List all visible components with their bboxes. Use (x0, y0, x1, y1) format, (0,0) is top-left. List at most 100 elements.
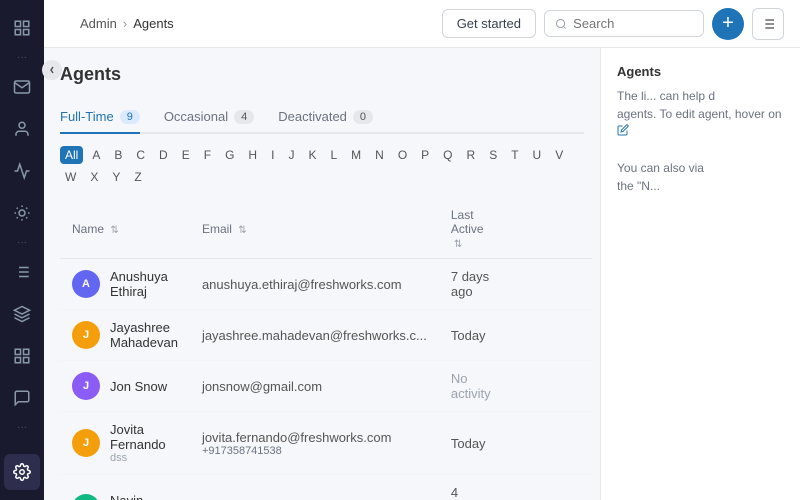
email-sort-icon: ⇅ (238, 225, 246, 236)
search-input[interactable] (573, 16, 693, 31)
copy-button[interactable] (518, 494, 546, 500)
sidebar-item-grid[interactable] (4, 338, 40, 374)
alpha-btn-m[interactable]: M (346, 146, 366, 164)
alpha-btn-z[interactable]: Z (129, 168, 146, 186)
tab-deactivated-count: 0 (353, 110, 373, 124)
info-panel-text: The li... can help dagents. To edit agen… (617, 87, 784, 195)
agent-actions-cell (506, 259, 592, 310)
tab-occasional[interactable]: Occasional 4 (164, 101, 254, 134)
agents-table: Name ⇅ Email ⇅ Last Active ⇅ AAnushuya E… (60, 200, 592, 500)
page-title: Agents (60, 64, 584, 85)
agent-last-active-cell: 7 days ago (439, 259, 506, 310)
alpha-btn-p[interactable]: P (416, 146, 434, 164)
edit-button[interactable] (552, 429, 580, 457)
tab-occasional-label: Occasional (164, 109, 228, 124)
copy-button[interactable] (518, 321, 546, 349)
tab-deactivated[interactable]: Deactivated 0 (278, 101, 373, 134)
edit-button[interactable] (552, 372, 580, 400)
alpha-btn-q[interactable]: Q (438, 146, 457, 164)
copy-button[interactable] (518, 270, 546, 298)
alpha-btn-k[interactable]: K (303, 146, 321, 164)
list-view-button[interactable] (752, 8, 784, 40)
alpha-btn-w[interactable]: W (60, 168, 81, 186)
alpha-btn-x[interactable]: X (85, 168, 103, 186)
info-panel-title: Agents (617, 64, 784, 79)
alpha-btn-j[interactable]: J (283, 146, 299, 164)
col-name[interactable]: Name ⇅ (60, 200, 190, 259)
alpha-btn-t[interactable]: T (506, 146, 523, 164)
alpha-btn-v[interactable]: V (550, 146, 568, 164)
alpha-btn-f[interactable]: F (199, 146, 216, 164)
alphabet-filter: AllABCDEFGHIJKLMNOPQRSTUV WXYZ (60, 146, 584, 186)
agent-actions-cell (506, 361, 592, 412)
agent-actions-cell (506, 412, 592, 475)
alpha-btn-h[interactable]: H (243, 146, 262, 164)
alpha-btn-l[interactable]: L (325, 146, 342, 164)
last-active-sort-icon: ⇅ (454, 239, 462, 250)
sidebar-divider3: ··· (17, 422, 27, 433)
agent-email-cell: jayashree.mahadevan@freshworks.c... (190, 310, 439, 361)
alpha-btn-s[interactable]: S (484, 146, 502, 164)
alpha-btn-d[interactable]: D (154, 146, 173, 164)
sidebar-item-home[interactable] (4, 10, 40, 46)
copy-button[interactable] (518, 372, 546, 400)
avatar: J (72, 372, 100, 400)
sidebar-divider2: ··· (17, 237, 27, 248)
table-row: JJon Snowjonsnow@gmail.comNo activity (60, 361, 592, 412)
col-email[interactable]: Email ⇅ (190, 200, 439, 259)
sidebar-item-reports[interactable] (4, 153, 40, 189)
alpha-btn-o[interactable]: O (393, 146, 412, 164)
top-header: Admin › Agents Get started + (44, 0, 800, 48)
alpha-btn-c[interactable]: C (131, 146, 150, 164)
sidebar-item-list[interactable] (4, 254, 40, 290)
agent-last-active-cell: 4 months ago (439, 475, 506, 500)
sidebar: ··· ··· (0, 0, 44, 500)
alpha-btn-b[interactable]: B (109, 146, 127, 164)
alpha-btn-all[interactable]: All (60, 146, 83, 164)
breadcrumb-admin[interactable]: Admin (80, 16, 117, 31)
sidebar-item-contacts[interactable] (4, 111, 40, 147)
alpha-btn-r[interactable]: R (462, 146, 481, 164)
breadcrumb: Admin › Agents (80, 16, 430, 31)
agent-phone: +917358741538 (202, 445, 427, 457)
tab-full-time[interactable]: Full-Time 9 (60, 101, 140, 134)
alpha-btn-u[interactable]: U (528, 146, 547, 164)
edit-button[interactable] (552, 270, 580, 298)
sidebar-item-bugs[interactable] (4, 195, 40, 231)
col-last-active[interactable]: Last Active ⇅ (439, 200, 506, 259)
agent-email-cell: jovita.fernando@freshworks.com+917358741… (190, 412, 439, 475)
edit-button[interactable] (552, 321, 580, 349)
main-area: Admin › Agents Get started + Agents (44, 0, 800, 500)
agent-actions-cell (506, 310, 592, 361)
tab-deactivated-label: Deactivated (278, 109, 347, 124)
sidebar-item-settings[interactable] (4, 454, 40, 490)
add-button[interactable]: + (712, 8, 744, 40)
tab-full-time-count: 9 (120, 110, 140, 124)
alpha-btn-e[interactable]: E (177, 146, 195, 164)
tabs-bar: Full-Time 9 Occasional 4 Deactivated 0 (60, 101, 584, 134)
alpha-btn-a[interactable]: A (87, 146, 105, 164)
edit-button[interactable] (552, 494, 580, 500)
content-area: Agents Full-Time 9 Occasional 4 Deactiva… (44, 48, 600, 500)
alpha-btn-n[interactable]: N (370, 146, 389, 164)
agent-last-active: Today (451, 328, 494, 343)
table-row: JJovita Fernandodssjovita.fernando@fresh… (60, 412, 592, 475)
alpha-btn-y[interactable]: Y (107, 168, 125, 186)
avatar: J (72, 429, 100, 457)
copy-button[interactable] (518, 429, 546, 457)
agent-email-cell: jonsnow@gmail.com (190, 361, 439, 412)
agent-last-active-cell: No activity (439, 361, 506, 412)
sidebar-item-chat[interactable] (4, 380, 40, 416)
table-row: NNavin Kumar Ssidharth.prasad@freshworks… (60, 475, 592, 500)
alpha-btn-g[interactable]: G (220, 146, 239, 164)
agent-name: Jayashree Mahadevan (110, 320, 178, 350)
sidebar-item-inbox[interactable] (4, 69, 40, 105)
get-started-button[interactable]: Get started (442, 9, 536, 38)
search-box[interactable] (544, 10, 704, 37)
alpha-btn-i[interactable]: I (266, 146, 279, 164)
table-row: JJayashree Mahadevanjayashree.mahadevan@… (60, 310, 592, 361)
tab-full-time-label: Full-Time (60, 109, 114, 124)
sidebar-item-layers[interactable] (4, 296, 40, 332)
breadcrumb-separator: › (123, 16, 127, 31)
agent-role: dss (110, 452, 178, 464)
